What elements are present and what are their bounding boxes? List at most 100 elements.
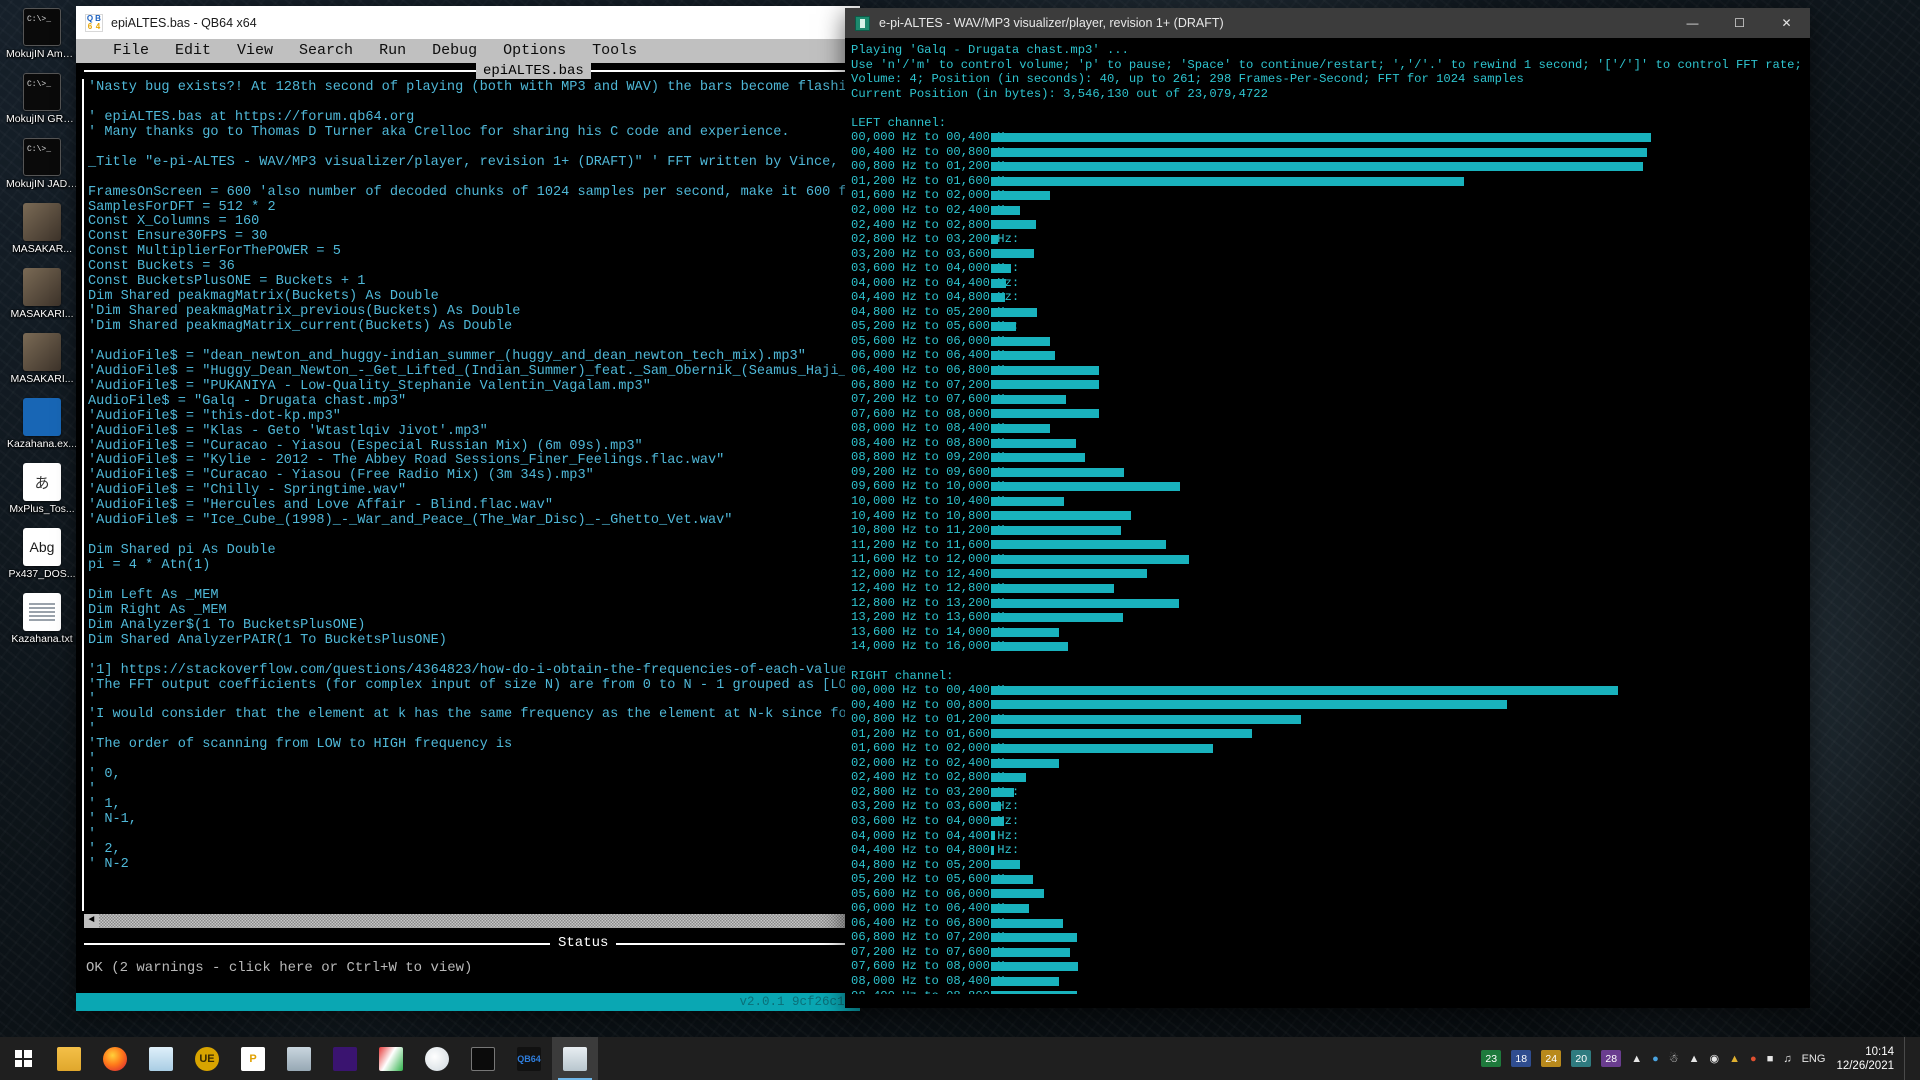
spectrum-bar-row: 07,600 Hz to 08,000 Hz: <box>851 959 1810 974</box>
desktop-icon-kazahana-txt[interactable]: Kazahana.txt <box>4 589 80 647</box>
spectrum-bar <box>991 816 1005 826</box>
spectrum-bar-row: 04,800 Hz to 05,200 Hz: <box>851 858 1810 873</box>
code-line: 'Dim Shared peakmagMatrix_previous(Bucke… <box>88 304 521 320</box>
frequency-band-label: 07,600 Hz to 08,000 Hz: <box>851 959 1020 974</box>
code-line: pi = 4 * Atn(1) <box>88 558 211 573</box>
taskbar-calculator[interactable] <box>276 1037 322 1080</box>
text-file-icon <box>23 593 61 631</box>
frequency-band-label: 02,400 Hz to 02,800 Hz: <box>851 770 1020 785</box>
taskbar-command-prompt[interactable] <box>460 1037 506 1080</box>
taskbar-paint[interactable] <box>414 1037 460 1080</box>
tray-badge-4[interactable]: 20 <box>1566 1037 1596 1080</box>
menu-item-edit[interactable]: Edit <box>162 39 224 63</box>
qb64-menu-bar[interactable]: File Edit View Search Run Debug Options … <box>76 39 860 63</box>
battery-icon[interactable]: ■ <box>1762 1037 1779 1080</box>
visualizer-footer <box>845 994 1810 1008</box>
frequency-band-label: 04,000 Hz to 04,400 Hz: <box>851 828 1020 843</box>
qb64-title-bar[interactable]: Q B 6 4 epiALTES.bas - QB64 x64 <box>76 6 860 39</box>
tray-badge-1[interactable]: 23 <box>1476 1037 1506 1080</box>
taskbar-visualizer[interactable] <box>552 1037 598 1080</box>
spectrum-bar-row: 02,800 Hz to 03,200 Hz: <box>851 785 1810 800</box>
spectrum-bar-row: 02,400 Hz to 02,800 Hz: <box>851 770 1810 785</box>
taskbar-image-viewer[interactable] <box>368 1037 414 1080</box>
bell-icon[interactable]: ● <box>1745 1037 1762 1080</box>
qb64-logo-4: 4 <box>95 21 101 31</box>
desktop-icon-masakari-2[interactable]: MASAKARI... <box>4 264 80 322</box>
menu-item-tools[interactable]: Tools <box>579 39 650 63</box>
spectrum-bar-row: 04,800 Hz to 05,200 Hz: <box>851 305 1810 320</box>
frequency-band-label: 07,600 Hz to 08,000 Hz: <box>851 406 1020 421</box>
spectrum-bar-row: 08,000 Hz to 08,400 Hz: <box>851 421 1810 436</box>
menu-item-options[interactable]: Options <box>490 39 579 63</box>
spectrum-bar <box>991 336 1050 346</box>
spectrum-bar-row: 14,000 Hz to 16,000 Hz: <box>851 639 1810 654</box>
image-file-icon <box>23 268 61 306</box>
volume-icon[interactable]: ♫ <box>1778 1037 1796 1080</box>
taskbar-file-explorer[interactable] <box>46 1037 92 1080</box>
minimize-button[interactable]: — <box>1669 8 1716 38</box>
right-channel-label: RIGHT channel: <box>851 668 954 683</box>
windows-taskbar[interactable]: UE P QB64 23 18 24 20 28 ▲ ● ☃ ▲ ◉ ▲ ● ■… <box>0 1037 1920 1080</box>
usb-icon[interactable]: ☃ <box>1664 1037 1684 1080</box>
taskbar-notepad[interactable] <box>138 1037 184 1080</box>
menu-item-view[interactable]: View <box>224 39 286 63</box>
visualizer-title-bar[interactable]: e-pi-ALTES - WAV/MP3 visualizer/player, … <box>845 8 1810 38</box>
qb64-active-tab[interactable]: epiALTES.bas <box>476 63 591 79</box>
system-tray[interactable]: 23 18 24 20 28 ▲ ● ☃ ▲ ◉ ▲ ● ■ ♫ ENG 10:… <box>1476 1037 1920 1080</box>
visualizer-window[interactable]: e-pi-ALTES - WAV/MP3 visualizer/player, … <box>845 8 1810 1008</box>
taskbar-ultraedit[interactable]: UE <box>184 1037 230 1080</box>
window-controls[interactable]: — ☐ ✕ <box>1669 8 1810 38</box>
code-line: Const Buckets = 36 <box>88 259 235 275</box>
taskbar-qb64[interactable]: QB64 <box>506 1037 552 1080</box>
tray-badge-3[interactable]: 24 <box>1536 1037 1566 1080</box>
chevron-up-icon[interactable]: ▲ <box>1626 1037 1647 1080</box>
desktop-icon-mokujin-green[interactable]: C:\>_ MokujIN GREEN 2... <box>4 69 80 127</box>
bluetooth-icon[interactable]: ● <box>1647 1037 1664 1080</box>
frequency-band-label: 07,200 Hz to 07,600 Hz: <box>851 392 1020 407</box>
desktop-icon-kazahana-exe[interactable]: Kazahana.ex... <box>4 394 80 452</box>
menu-item-search[interactable]: Search <box>286 39 366 63</box>
maximize-button[interactable]: ☐ <box>1716 8 1763 38</box>
desktop-icon-px437-font[interactable]: Abg Px437_DOS... <box>4 524 80 582</box>
taskbar-cpu-monitor[interactable] <box>322 1037 368 1080</box>
spectrum-bar <box>991 947 1071 957</box>
status-message[interactable]: OK (2 warnings - click here or Ctrl+W to… <box>86 960 472 976</box>
spectrum-bar-row: 06,800 Hz to 07,200 Hz: <box>851 378 1810 393</box>
menu-item-run[interactable]: Run <box>366 39 419 63</box>
horizontal-scrollbar[interactable]: ◄ <box>84 914 858 928</box>
globe-icon[interactable]: ◉ <box>1705 1037 1725 1080</box>
code-line: 'AudioFile$ = "Chilly - Springtime.wav" <box>88 483 407 499</box>
desktop-icon-mokujin-amber[interactable]: C:\>_ MokujIN Amber 2... <box>4 4 80 62</box>
status-divider <box>84 943 858 945</box>
menu-item-file[interactable]: File <box>100 39 162 63</box>
menu-item-debug[interactable]: Debug <box>419 39 490 63</box>
tray-badge-5[interactable]: 28 <box>1596 1037 1626 1080</box>
spectrum-bar <box>991 278 1006 288</box>
clock[interactable]: 10:14 12/26/2021 <box>1830 1037 1904 1080</box>
frequency-band-label: 00,000 Hz to 00,400 Hz: <box>851 130 1020 145</box>
network-icon[interactable]: ▲ <box>1684 1037 1705 1080</box>
close-button[interactable]: ✕ <box>1763 8 1810 38</box>
desktop-icon-masakari-3[interactable]: MASAKARI... <box>4 329 80 387</box>
tray-badge-2[interactable]: 18 <box>1506 1037 1536 1080</box>
desktop-icon-mxplus-font[interactable]: あ MxPlus_Tos... <box>4 459 80 517</box>
spectrum-bar-row: 07,600 Hz to 08,000 Hz: <box>851 407 1810 422</box>
shield-icon[interactable]: ▲ <box>1724 1037 1745 1080</box>
code-line: ' <box>88 782 97 798</box>
start-button[interactable] <box>0 1037 46 1080</box>
taskbar-buttons[interactable]: UE P QB64 <box>0 1037 598 1080</box>
spectrum-bar-row: 00,000 Hz to 00,400 Hz: <box>851 130 1810 145</box>
language-indicator[interactable]: ENG <box>1797 1037 1831 1080</box>
code-editor-area[interactable]: 'Nasty bug exists?! At 128th second of p… <box>82 79 860 911</box>
desktop-icon-masakari-1[interactable]: MASAKAR... <box>4 199 80 257</box>
taskbar-firefox[interactable] <box>92 1037 138 1080</box>
taskbar-p-app[interactable]: P <box>230 1037 276 1080</box>
status-section-label: Status <box>550 935 617 951</box>
frequency-band-label: 03,200 Hz to 03,600 Hz: <box>851 246 1020 261</box>
show-desktop-button[interactable] <box>1904 1037 1912 1080</box>
scroll-left-arrow-icon[interactable]: ◄ <box>84 914 99 928</box>
qb64-ide-window[interactable]: Q B 6 4 epiALTES.bas - QB64 x64 File Edi… <box>76 6 860 1011</box>
desktop-icon-mokujin-jade[interactable]: C:\>_ MokujIN JADE 2... <box>4 134 80 192</box>
